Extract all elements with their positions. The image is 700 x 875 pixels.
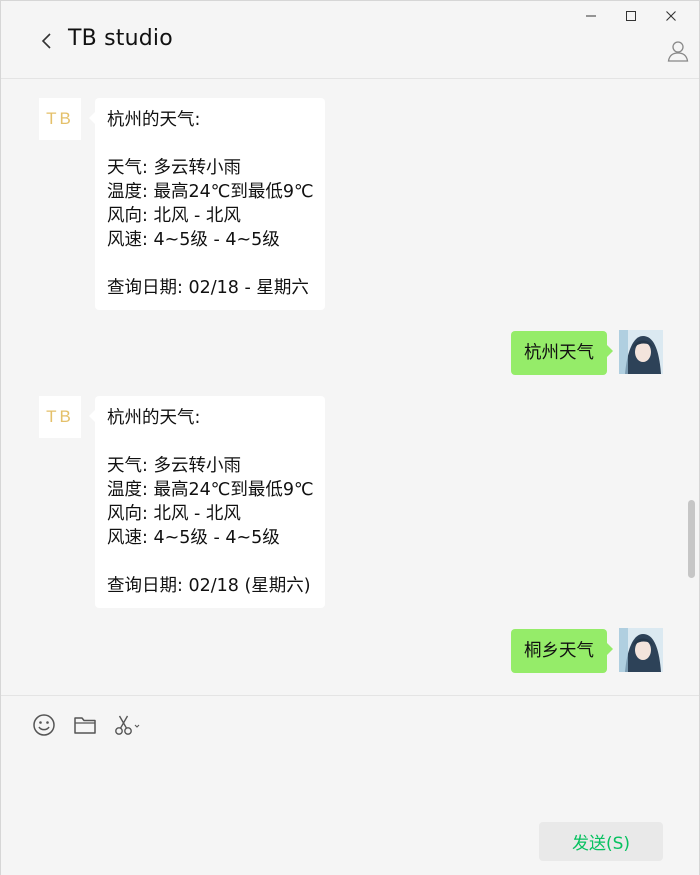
message-line: 查询日期: 02/18 - 星期六 xyxy=(107,278,309,298)
message-scrollbar[interactable] xyxy=(688,500,695,578)
chat-title: TB studio xyxy=(68,26,173,51)
message-line: 杭州的天气: xyxy=(107,408,201,428)
message-input-area[interactable]: 发送(S) xyxy=(1,695,699,875)
minimize-icon xyxy=(586,15,596,17)
bot-avatar[interactable]: TB xyxy=(39,396,81,438)
message-line: 杭州的天气: xyxy=(107,110,201,130)
outgoing-message-bubble[interactable]: 桐乡天气 xyxy=(511,629,613,673)
message-line: 温度: 最高24℃到最低9℃ xyxy=(107,182,314,202)
screenshot-button[interactable] xyxy=(113,712,143,738)
message-text: 桐乡天气 xyxy=(524,641,594,661)
message-line: 风速: 4~5级 - 4~5级 xyxy=(107,230,280,250)
user-avatar-image xyxy=(619,330,663,374)
close-button[interactable] xyxy=(651,5,691,27)
emoji-button[interactable] xyxy=(31,712,57,738)
minimize-button[interactable] xyxy=(571,5,611,27)
user-avatar[interactable] xyxy=(619,628,663,672)
user-icon xyxy=(667,41,689,62)
profile-button[interactable] xyxy=(665,38,691,64)
message-line: 查询日期: 02/18 (星期六) xyxy=(107,576,311,596)
title-bar: TB studio xyxy=(1,1,699,79)
back-button[interactable] xyxy=(35,29,59,53)
outgoing-message-bubble[interactable]: 杭州天气 xyxy=(511,331,613,375)
message-line: 风速: 4~5级 - 4~5级 xyxy=(107,528,280,548)
chevron-left-icon xyxy=(41,33,51,49)
emoji-icon xyxy=(33,714,55,736)
bot-avatar[interactable]: TB xyxy=(39,98,81,140)
message-text: 杭州天气 xyxy=(524,343,594,363)
folder-icon xyxy=(74,717,96,734)
message-list[interactable]: TB 杭州的天气: 天气: 多云转小雨 温度: 最高24℃到最低9℃ 风向: 北… xyxy=(1,80,699,694)
message-line: 风向: 北风 - 北风 xyxy=(107,504,241,524)
scissors-icon xyxy=(115,715,140,735)
incoming-message-bubble[interactable]: 杭州的天气: 天气: 多云转小雨 温度: 最高24℃到最低9℃ 风向: 北风 -… xyxy=(89,396,325,608)
user-avatar[interactable] xyxy=(619,330,663,374)
send-button[interactable]: 发送(S) xyxy=(539,822,663,861)
window-controls xyxy=(571,5,691,27)
message-line: 风向: 北风 - 北风 xyxy=(107,206,241,226)
send-file-button[interactable] xyxy=(72,712,98,738)
incoming-message-bubble[interactable]: 杭州的天气: 天气: 多云转小雨 温度: 最高24℃到最低9℃ 风向: 北风 -… xyxy=(89,98,325,310)
user-avatar-image xyxy=(619,628,663,672)
maximize-icon xyxy=(626,11,636,21)
message-line: 天气: 多云转小雨 xyxy=(107,456,241,476)
message-line: 天气: 多云转小雨 xyxy=(107,158,241,178)
maximize-button[interactable] xyxy=(611,5,651,27)
close-icon xyxy=(666,11,676,21)
message-line: 温度: 最高24℃到最低9℃ xyxy=(107,480,314,500)
chat-window: TB studio TB 杭州的天气: 天气: 多云转小雨 温度: 最高24℃到… xyxy=(0,0,700,875)
